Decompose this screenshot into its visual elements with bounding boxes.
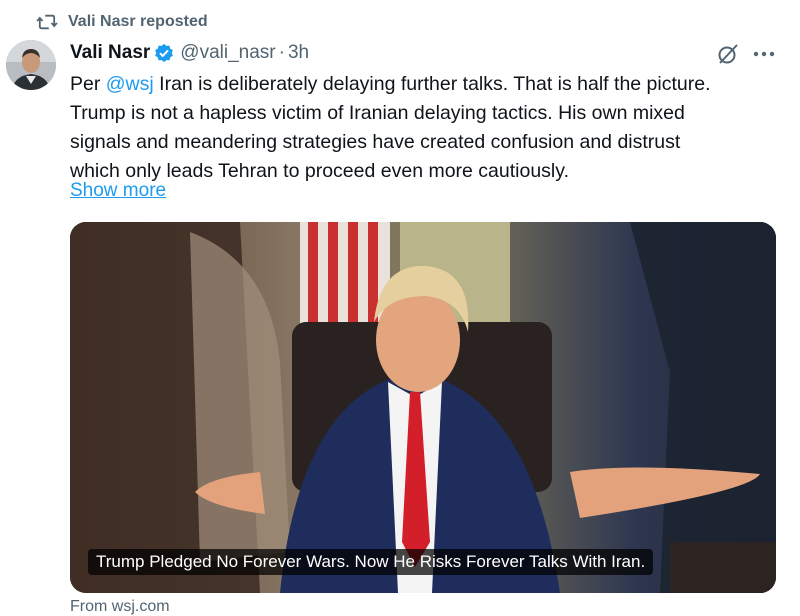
repost-icon bbox=[36, 14, 58, 30]
tweet-line-1: Per @wsj Iran is deliberately delaying f… bbox=[70, 70, 785, 99]
show-more-link[interactable]: Show more bbox=[70, 180, 166, 202]
tweet-line-2: Trump is not a hapless victim of Iranian… bbox=[70, 102, 685, 124]
header-separator: · bbox=[278, 42, 285, 63]
author-handle[interactable]: @vali_nasr bbox=[180, 42, 275, 64]
tweet-text: Per @wsj Iran is deliberately delaying f… bbox=[70, 70, 785, 186]
tweet-line-1-suffix: Iran is deliberately delaying further ta… bbox=[153, 73, 711, 95]
tweet-line-4: which only leads Tehran to proceed even … bbox=[70, 160, 569, 182]
tweet-line-1-prefix: Per bbox=[70, 73, 106, 95]
avatar-image bbox=[6, 40, 56, 90]
news-photo bbox=[70, 222, 776, 593]
tweet-header: Vali Nasr @vali_nasr · 3h bbox=[70, 40, 309, 66]
repost-indicator[interactable]: Vali Nasr reposted bbox=[36, 12, 208, 32]
author-name[interactable]: Vali Nasr bbox=[70, 42, 150, 64]
avatar[interactable] bbox=[6, 40, 56, 90]
repost-label: Vali Nasr reposted bbox=[68, 13, 208, 30]
tweet-line-3: signals and meandering strategies have c… bbox=[70, 131, 681, 153]
mention-link[interactable]: @wsj bbox=[106, 73, 154, 95]
tweet-timestamp[interactable]: 3h bbox=[288, 42, 309, 64]
verified-badge-icon bbox=[155, 43, 174, 63]
link-card-image[interactable]: Trump Pledged No Forever Wars. Now He Ri… bbox=[70, 222, 776, 593]
card-source-link[interactable]: From wsj.com bbox=[70, 598, 170, 616]
card-caption: Trump Pledged No Forever Wars. Now He Ri… bbox=[88, 549, 654, 575]
grok-icon[interactable] bbox=[716, 42, 740, 66]
more-options-icon[interactable] bbox=[752, 44, 776, 64]
